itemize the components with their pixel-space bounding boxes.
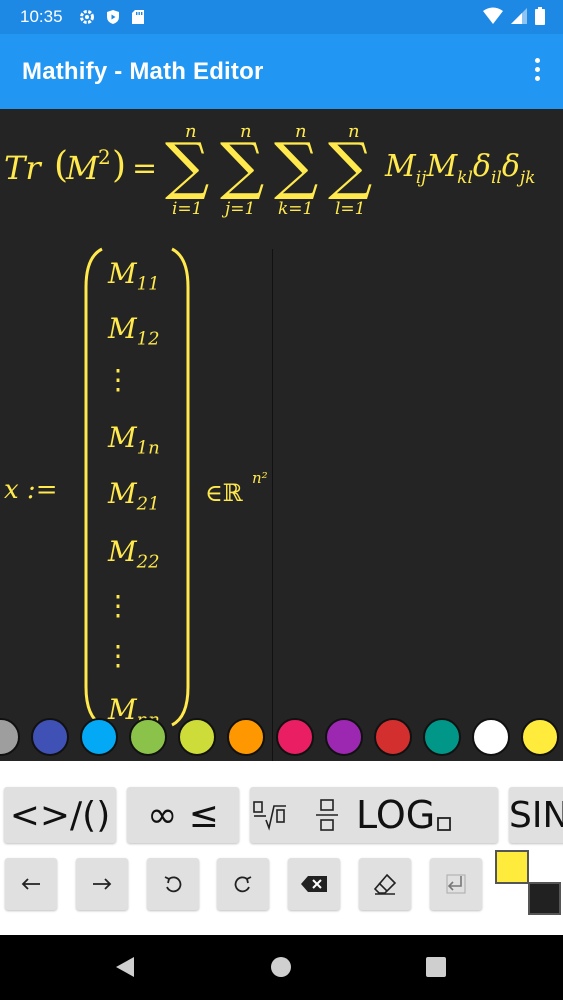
- trace-lhs: Tr: [4, 149, 41, 187]
- cursor-left-button[interactable]: [5, 858, 57, 910]
- vector-entry: M22: [108, 535, 160, 573]
- color-swatch[interactable]: [178, 718, 216, 756]
- color-swatch[interactable]: [31, 718, 69, 756]
- color-swatch[interactable]: [521, 718, 559, 756]
- color-swatch[interactable]: [472, 718, 510, 756]
- status-bar: 10:35: [0, 0, 563, 34]
- color-swatch[interactable]: [276, 718, 314, 756]
- arrow-right-icon: [93, 878, 112, 890]
- color-swatch[interactable]: [374, 718, 412, 756]
- color-swatch[interactable]: [227, 718, 265, 756]
- color-swatch[interactable]: [0, 718, 20, 756]
- brackets-key[interactable]: <>/(): [4, 787, 116, 843]
- recents-icon[interactable]: [426, 957, 446, 977]
- vector-lhs: x :=: [4, 475, 58, 505]
- background-color-button[interactable]: [528, 882, 561, 915]
- vector-entry: M12: [108, 312, 160, 350]
- sum-sign-1: ∑: [165, 129, 210, 202]
- battery-icon: [535, 7, 545, 25]
- redo-icon: [234, 876, 252, 893]
- undo-icon: [164, 876, 182, 893]
- close-paren: ): [112, 145, 127, 186]
- sum-index-3: k=1: [278, 199, 314, 219]
- right-bracket: [171, 247, 190, 727]
- signal-icon: [511, 8, 527, 24]
- fraction-icon: [316, 799, 338, 831]
- backspace-icon: [301, 876, 327, 892]
- summand: MijMklδilδjk: [385, 149, 536, 188]
- color-swatch[interactable]: [80, 718, 118, 756]
- arrow-left-icon: [21, 878, 40, 890]
- matrix-symbol: M: [66, 149, 99, 187]
- enter-button[interactable]: [430, 858, 482, 910]
- vector-entry: M1n: [108, 421, 160, 459]
- app-bar: Mathify - Math Editor: [0, 34, 563, 109]
- eraser-icon: [373, 873, 397, 895]
- back-icon[interactable]: [114, 956, 136, 978]
- left-bracket: [84, 247, 103, 727]
- shield-play-icon: [106, 10, 119, 24]
- math-keyboard: <>/() ∞ ≤ LOG SIN: [0, 761, 563, 935]
- redo-button[interactable]: [217, 858, 269, 910]
- sd-card-icon: [131, 10, 144, 24]
- color-swatch[interactable]: [129, 718, 167, 756]
- fraction-log-key[interactable]: LOG: [250, 787, 498, 843]
- status-time: 10:35: [20, 7, 63, 26]
- vector-dots: ⋮: [104, 363, 132, 396]
- undo-button[interactable]: [147, 858, 199, 910]
- overflow-menu-icon[interactable]: [533, 58, 541, 86]
- color-palette: [0, 716, 563, 760]
- sum-index-2: j=1: [225, 199, 256, 219]
- color-swatch[interactable]: [325, 718, 363, 756]
- exponent-two: 2: [98, 145, 111, 169]
- gear-icon: [79, 10, 94, 24]
- vector-entry: M11: [108, 257, 160, 295]
- wifi-icon: [483, 7, 503, 24]
- app-title: Mathify - Math Editor: [22, 58, 264, 85]
- color-swatch[interactable]: [423, 718, 461, 756]
- math-editor-canvas[interactable]: Tr ( M 2 ) = n ∑ i=1 n ∑ j=1 n ∑ k=1 n ∑…: [0, 109, 563, 761]
- equals-sign: =: [132, 151, 158, 186]
- sum-sign-3: ∑: [274, 129, 319, 202]
- fraction-root-icon: [253, 801, 286, 831]
- cursor-right-button[interactable]: [76, 858, 128, 910]
- log-base-box-icon: [437, 817, 452, 831]
- foreground-color-button[interactable]: [495, 850, 529, 884]
- sum-sign-4: ∑: [328, 129, 373, 202]
- vector-dots: ⋮: [104, 589, 132, 622]
- home-icon[interactable]: [270, 956, 292, 978]
- navigation-bar: [0, 935, 563, 1000]
- enter-icon: [446, 874, 466, 894]
- infinity-compare-key[interactable]: ∞ ≤: [127, 787, 239, 843]
- eraser-button[interactable]: [359, 858, 411, 910]
- sum-sign-2: ∑: [220, 129, 265, 202]
- trig-key[interactable]: SIN: [509, 787, 563, 843]
- sum-index-4: l=1: [335, 199, 366, 219]
- vector-entry: M21: [108, 477, 160, 515]
- vector-dots: ⋮: [104, 639, 132, 672]
- membership-symbol: ∈ℝ: [205, 479, 243, 507]
- text-cursor: [272, 249, 273, 761]
- backspace-button[interactable]: [288, 858, 340, 910]
- log-label: LOG: [356, 793, 436, 837]
- dimension-exponent: n²: [252, 469, 268, 487]
- sum-index-1: i=1: [172, 199, 203, 219]
